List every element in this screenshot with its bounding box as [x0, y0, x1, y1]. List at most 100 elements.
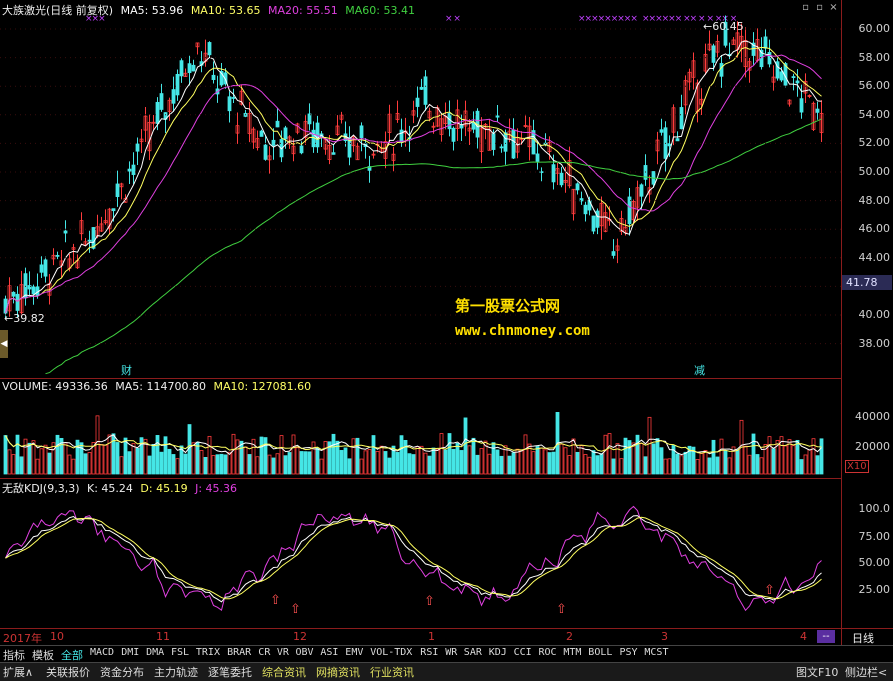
- candle: [659, 118, 664, 136]
- volume-bar: [603, 434, 608, 475]
- indicator-tab-sar[interactable]: SAR: [464, 647, 482, 658]
- volume-bar: [435, 448, 440, 475]
- indicator-tab-dma[interactable]: DMA: [146, 647, 164, 658]
- candle: [343, 121, 348, 147]
- candle: [211, 61, 216, 84]
- candlestick-chart[interactable]: [0, 0, 841, 378]
- candle: [247, 101, 252, 143]
- volume-bar: [227, 451, 232, 475]
- volume-bar: [727, 457, 732, 475]
- candle: [163, 112, 168, 134]
- indicator-tab-emv[interactable]: EMV: [345, 647, 363, 658]
- date-label: 12: [293, 630, 307, 643]
- price-axis-label: 40.00: [858, 308, 891, 321]
- volume-bar: [623, 437, 628, 475]
- volume-bar: [347, 458, 352, 475]
- indicator-tab-brar[interactable]: BRAR: [227, 647, 251, 658]
- volume-bar: [511, 452, 516, 475]
- indicator-tab-指标[interactable]: 指标: [3, 647, 25, 663]
- bottom-tab-0[interactable]: 扩展∧: [3, 664, 33, 680]
- price-chart-panel[interactable]: 大族激光(日线 前复权) MA5: 53.96 MA10: 53.65 MA20…: [0, 0, 841, 378]
- volume-bar: [191, 442, 196, 475]
- indicator-tab-mtm[interactable]: MTM: [563, 647, 581, 658]
- volume-bar: [83, 453, 88, 475]
- volume-bar: [583, 454, 588, 475]
- indicator-tab-dmi[interactable]: DMI: [121, 647, 139, 658]
- volume-bar: [439, 433, 444, 475]
- volume-panel[interactable]: VOLUME: 49336.36 MA5: 114700.80 MA10: 12…: [0, 378, 841, 478]
- volume-bar: [67, 454, 72, 475]
- bottom-tab-4[interactable]: 逐笔委托: [208, 664, 252, 680]
- volume-bar: [499, 455, 504, 475]
- indicator-tab-asi[interactable]: ASI: [320, 647, 338, 658]
- indicator-tab-rsi[interactable]: RSI: [420, 647, 438, 658]
- volume-bar: [491, 442, 496, 475]
- period-selector[interactable]: 日线: [841, 628, 893, 645]
- candle: [415, 86, 420, 118]
- low-price-value: 39.82: [13, 312, 45, 325]
- kdj-panel[interactable]: 无敌KDJ(9,3,3) K: 45.24 D: 45.19 J: 45.36 …: [0, 478, 841, 628]
- indicator-tab-全部[interactable]: 全部: [61, 647, 83, 663]
- indicator-tab-mcst[interactable]: MCST: [644, 647, 668, 658]
- volume-bar: [563, 447, 568, 475]
- high-price-marker: ←60.45: [703, 20, 744, 33]
- indicator-tab-wr[interactable]: WR: [445, 647, 457, 658]
- volume-bar: [655, 438, 660, 475]
- candle: [167, 97, 172, 121]
- volume-bar: [303, 451, 308, 475]
- bottom-tab-5[interactable]: 综合资讯: [262, 664, 306, 680]
- candle: [235, 112, 240, 144]
- candle: [763, 29, 768, 54]
- indicator-tab-kdj[interactable]: KDJ: [489, 647, 507, 658]
- bottom-tab-2[interactable]: 资金分布: [100, 664, 144, 680]
- indicator-tab-boll[interactable]: BOLL: [588, 647, 612, 658]
- indicator-tab-vr[interactable]: VR: [277, 647, 289, 658]
- indicator-tab-obv[interactable]: OBV: [296, 647, 314, 658]
- candle: [251, 126, 256, 149]
- bottom-tab-7[interactable]: 行业资讯: [370, 664, 414, 680]
- indicator-tab-cr[interactable]: CR: [258, 647, 270, 658]
- indicator-tab-trix[interactable]: TRIX: [196, 647, 220, 658]
- candle: [347, 126, 352, 166]
- up-arrow-icon: ⇧: [424, 594, 435, 609]
- candle: [555, 162, 560, 186]
- candle: [755, 28, 760, 63]
- kdj-chart[interactable]: [0, 478, 841, 628]
- indicator-tab-macd[interactable]: MACD: [90, 647, 114, 658]
- candle: [315, 115, 320, 153]
- price-axis-label: 50.00: [858, 165, 891, 178]
- bottom-tab-3[interactable]: 主力轨迹: [154, 664, 198, 680]
- volume-bar: [55, 434, 60, 475]
- candle: [627, 187, 632, 236]
- indicator-tab-cci[interactable]: CCI: [514, 647, 532, 658]
- sidebar-toggle-button[interactable]: 侧边栏<: [845, 664, 887, 680]
- nav-arrow-button[interactable]: --: [817, 630, 835, 643]
- indicator-tab-psy[interactable]: PSY: [620, 647, 638, 658]
- volume-bar: [711, 439, 716, 475]
- indicator-tab-fsl[interactable]: FSL: [171, 647, 189, 658]
- volume-ma10-line: [5, 435, 822, 454]
- candle: [655, 131, 660, 165]
- indicator-tab-vol-tdx[interactable]: VOL-TDX: [370, 647, 412, 658]
- bottom-tab-1[interactable]: 关联报价: [46, 664, 90, 680]
- price-axis-label: 52.00: [858, 136, 891, 150]
- f10-button[interactable]: 图文F10: [796, 664, 838, 680]
- volume-bar: [107, 434, 112, 475]
- volume-chart[interactable]: [0, 378, 841, 478]
- bottom-tab-6[interactable]: 网摘资讯: [316, 664, 360, 680]
- candle: [307, 103, 312, 131]
- indicator-tab-模板[interactable]: 模板: [32, 647, 54, 663]
- volume-bar: [495, 449, 500, 475]
- price-axis-label: 56.00: [858, 79, 891, 93]
- chevron-left-icon[interactable]: ◀: [0, 330, 8, 358]
- volume-bar: [795, 439, 800, 475]
- volume-bar: [707, 457, 712, 475]
- volume-bar: [591, 450, 596, 475]
- candle: [35, 273, 40, 299]
- candle: [371, 151, 376, 159]
- indicator-tab-roc[interactable]: ROC: [539, 647, 557, 658]
- volume-bar: [535, 446, 540, 475]
- volume-bar: [819, 438, 824, 475]
- volume-bar: [99, 444, 104, 475]
- volume-bar: [595, 455, 600, 475]
